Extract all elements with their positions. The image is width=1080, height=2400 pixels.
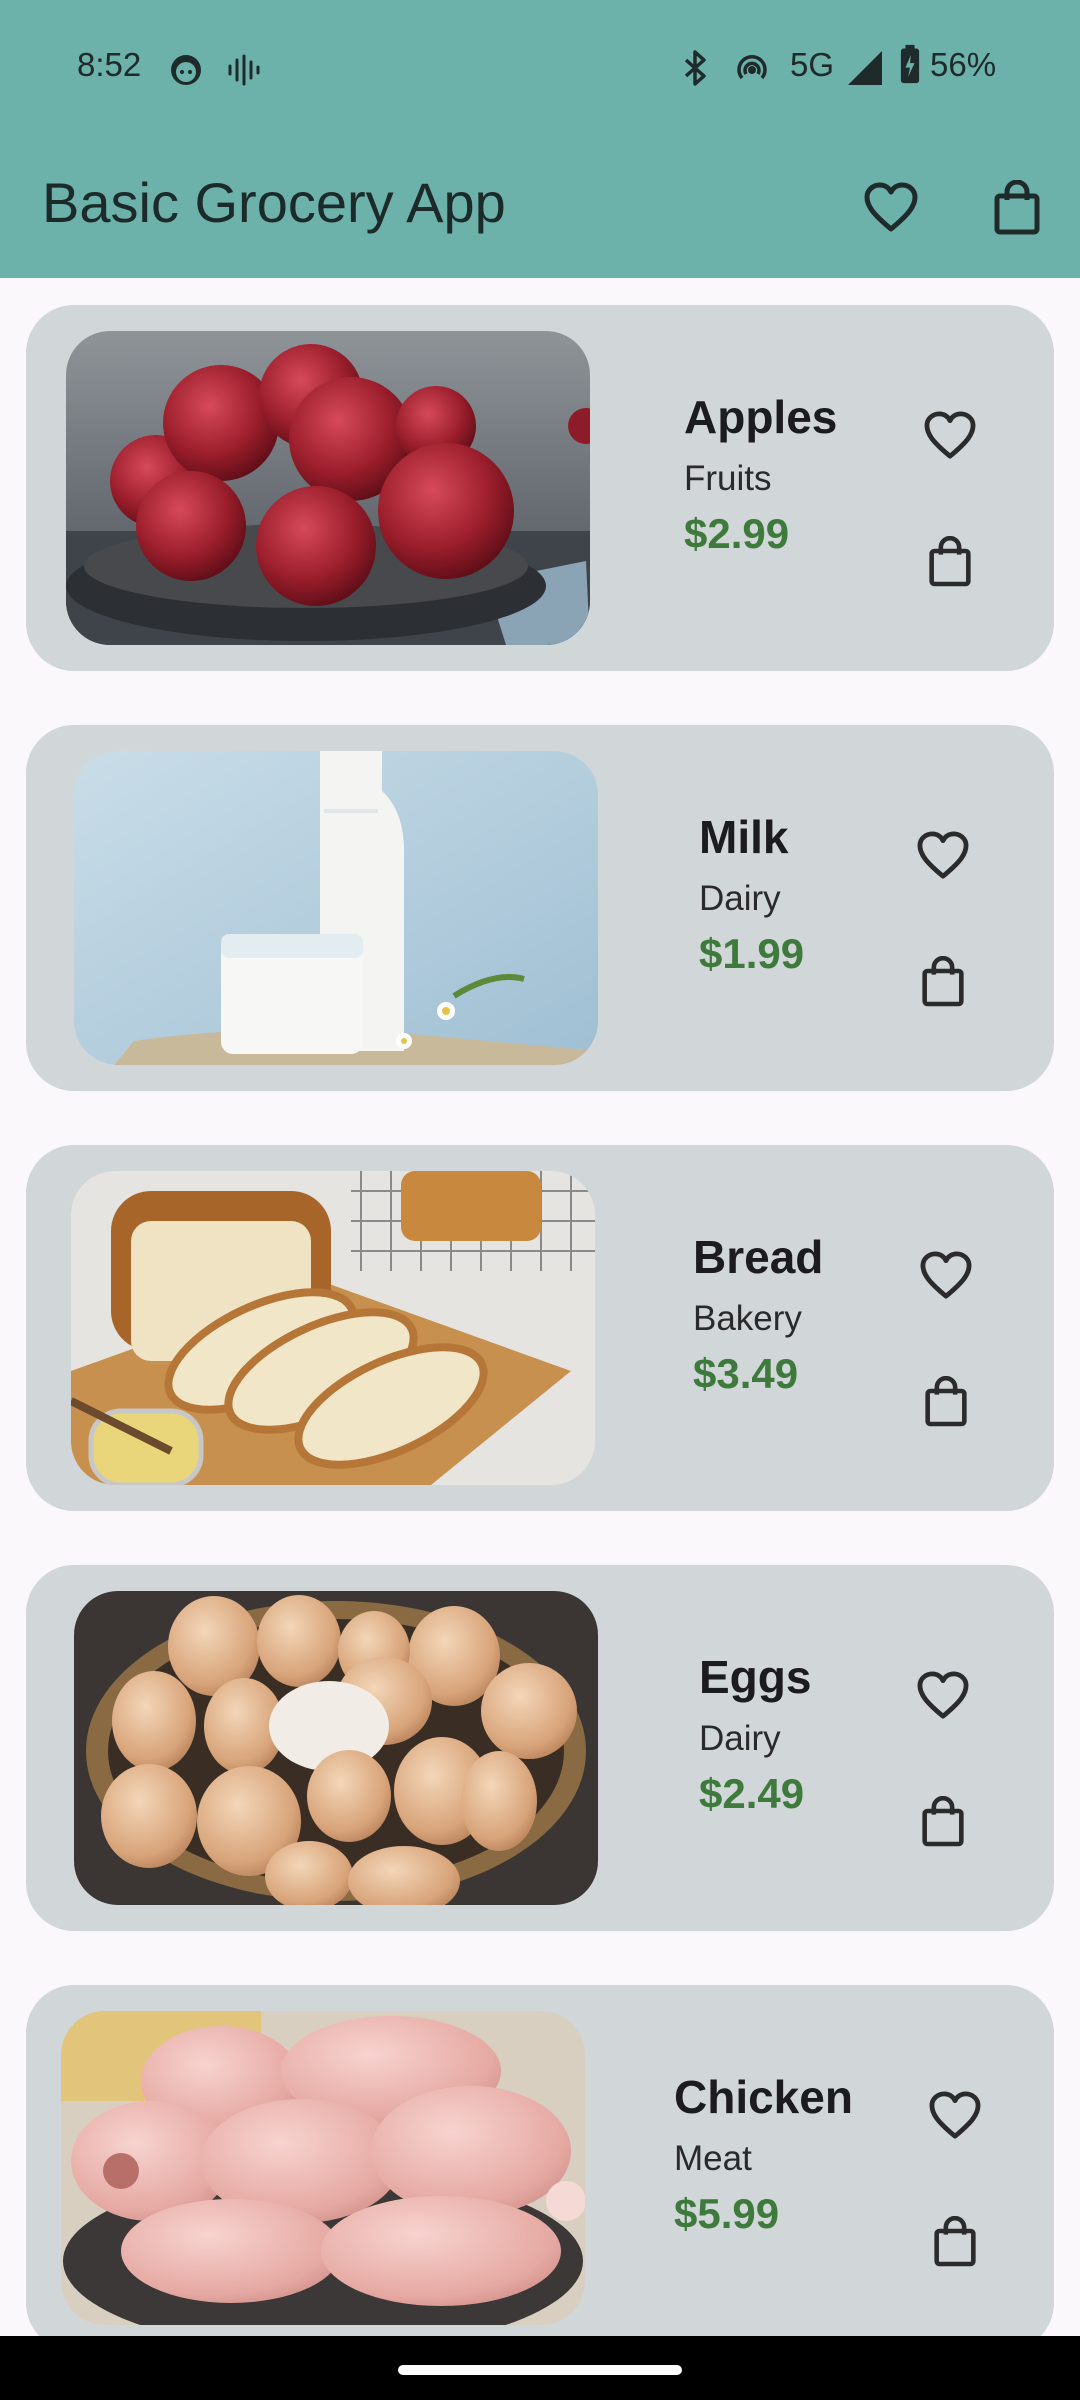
product-image (66, 331, 590, 645)
heart-icon (929, 2091, 981, 2139)
product-name: Bread (693, 1231, 824, 1283)
product-card[interactable]: Eggs Dairy $2.49 (26, 1565, 1054, 1931)
hotspot-icon (737, 54, 767, 80)
signal-icon (848, 51, 882, 85)
shopping-bag-icon (925, 1376, 967, 1427)
product-category: Meat (674, 2139, 752, 2178)
favorite-button[interactable] (911, 1241, 981, 1311)
add-to-cart-button[interactable] (915, 527, 985, 597)
status-time: 8:52 (77, 46, 142, 83)
add-to-cart-button[interactable] (908, 947, 978, 1017)
shopping-bag-icon (929, 536, 971, 587)
add-to-cart-button[interactable] (911, 1367, 981, 1437)
bluetooth-icon (684, 50, 706, 86)
add-to-cart-button[interactable] (920, 2207, 990, 2277)
cart-button[interactable] (981, 172, 1053, 244)
favorite-button[interactable] (915, 401, 985, 471)
heart-icon (924, 411, 976, 459)
voice-icon (228, 54, 260, 86)
product-price: $3.49 (693, 1350, 799, 1397)
product-price: $2.99 (684, 510, 790, 557)
network-label: 5G (790, 46, 835, 83)
product-list[interactable]: Apples Fruits $2.99 Milk Dairy $1.99 Bre… (0, 278, 1080, 2336)
product-category: Dairy (699, 1719, 781, 1758)
product-card[interactable]: Bread Bakery $3.49 (26, 1145, 1054, 1511)
shopping-bag-icon (922, 1796, 964, 1847)
heart-icon (917, 831, 969, 879)
status-bar: 8:52 5G 56% (0, 0, 1080, 130)
product-image (71, 1171, 595, 1485)
product-price: $1.99 (699, 930, 805, 977)
product-image (74, 1591, 598, 1905)
product-name: Chicken (674, 2071, 853, 2123)
face-icon (171, 55, 201, 85)
product-card[interactable]: Chicken Meat $5.99 (26, 1985, 1054, 2336)
product-price: $5.99 (674, 2190, 780, 2237)
add-to-cart-button[interactable] (908, 1787, 978, 1857)
product-card[interactable]: Milk Dairy $1.99 (26, 725, 1054, 1091)
shopping-bag-icon (934, 2216, 976, 2267)
battery-percent: 56% (930, 46, 997, 83)
shopping-bag-icon (922, 956, 964, 1007)
favorite-button[interactable] (908, 1661, 978, 1731)
favorite-button[interactable] (920, 2081, 990, 2151)
product-category: Fruits (684, 459, 772, 498)
product-category: Dairy (699, 879, 781, 918)
favorites-button[interactable] (855, 172, 927, 244)
product-name: Milk (699, 811, 789, 863)
product-card[interactable]: Apples Fruits $2.99 (26, 305, 1054, 671)
heart-icon (864, 182, 918, 232)
battery-icon (900, 44, 920, 84)
product-price: $2.49 (699, 1770, 805, 1817)
product-category: Bakery (693, 1299, 802, 1338)
product-image (61, 2011, 585, 2325)
favorite-button[interactable] (908, 821, 978, 891)
home-gesture-handle[interactable] (398, 2365, 682, 2375)
product-name: Eggs (699, 1651, 812, 1703)
heart-icon (920, 1251, 972, 1299)
product-name: Apples (684, 391, 838, 443)
shopping-bag-icon (994, 180, 1040, 235)
heart-icon (917, 1671, 969, 1719)
page-title: Basic Grocery App (42, 171, 506, 234)
product-image (74, 751, 598, 1065)
